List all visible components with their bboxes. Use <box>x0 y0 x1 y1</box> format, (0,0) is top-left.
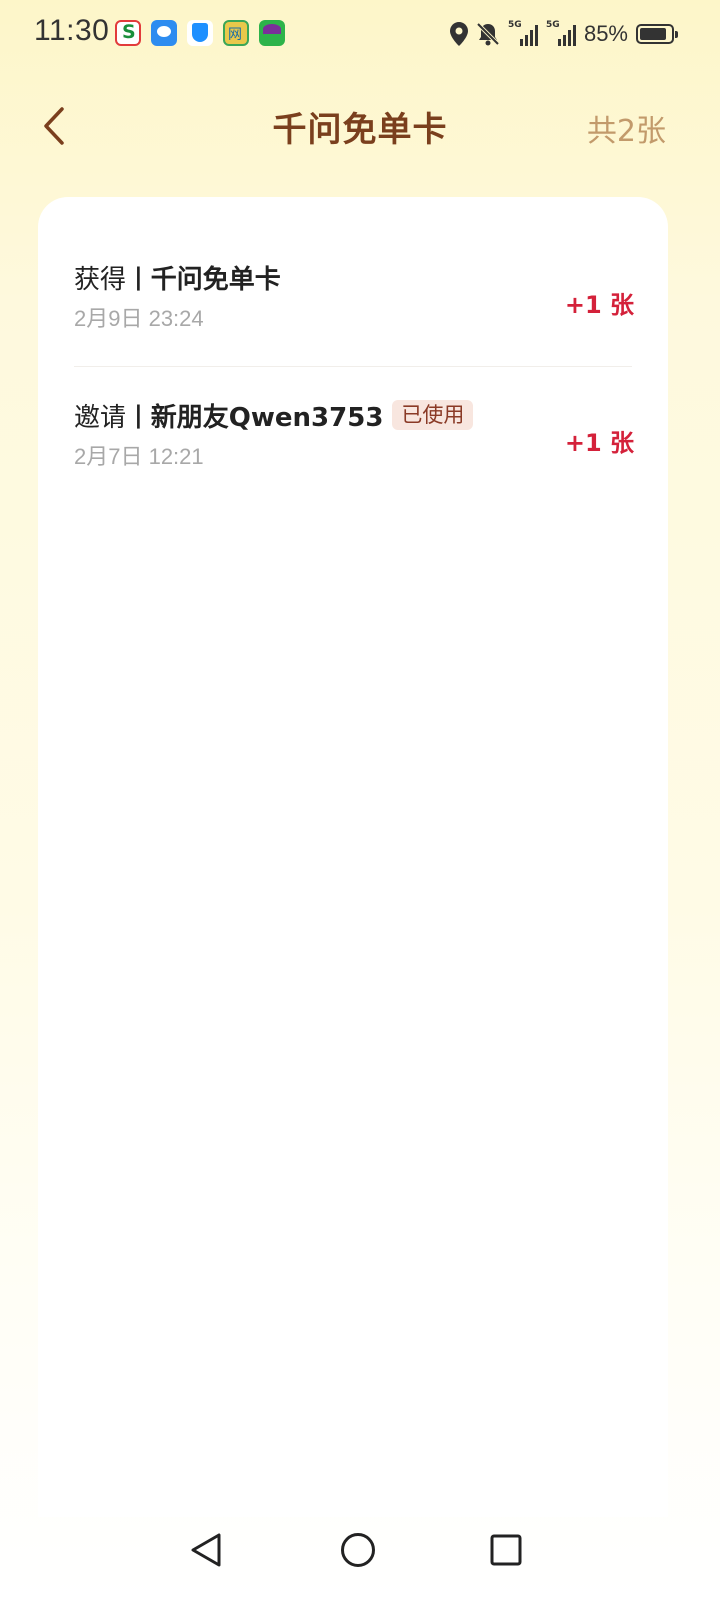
battery-icon <box>636 24 678 44</box>
battery-percent: 85% <box>583 21 628 46</box>
signal-5g-icon: 5G <box>508 20 538 46</box>
nav-back-button[interactable] <box>178 1522 234 1578</box>
record-separator: | <box>134 401 143 429</box>
record-subject: 千问免单卡 <box>150 264 281 295</box>
record-title: 获得 | 千问免单卡 <box>74 259 634 295</box>
messages-icon <box>151 20 177 46</box>
records-card: 获得 | 千问免单卡 2月9日 23:24 +1 张 邀请 | 新朋友Qwen3… <box>38 197 668 1517</box>
nav-recents-button[interactable] <box>478 1522 534 1578</box>
status-badge: 已使用 <box>392 400 474 430</box>
total-count: 共2张 <box>586 114 666 149</box>
square-recents-icon <box>490 1534 522 1566</box>
header: 千问免单卡 共2张 <box>0 90 720 160</box>
status-bar: 11:30 5G 5G 85% <box>0 0 720 70</box>
record-amount: +1 张 <box>564 291 634 319</box>
triangle-back-icon <box>191 1533 221 1567</box>
china-mobile-icon <box>115 20 141 46</box>
record-subject: 新朋友Qwen3753 <box>150 402 384 433</box>
list-item: 邀请 | 新朋友Qwen3753 已使用 2月7日 12:21 +1 张 <box>74 397 634 471</box>
record-action: 邀请 <box>74 402 127 433</box>
shield-app-icon <box>187 20 213 46</box>
circle-home-icon <box>341 1533 375 1567</box>
list-item: 获得 | 千问免单卡 2月9日 23:24 +1 张 <box>74 259 634 333</box>
record-amount: +1 张 <box>564 429 634 457</box>
news-app-icon <box>223 20 249 46</box>
record-action: 获得 <box>74 264 127 295</box>
navigation-bar <box>0 1500 720 1600</box>
status-time: 11:30 <box>34 14 110 47</box>
notification-icons <box>115 20 285 48</box>
system-icons: 5G 5G 85% <box>449 18 678 50</box>
divider <box>74 366 632 367</box>
signal-5g-icon: 5G <box>546 20 576 46</box>
nav-home-button[interactable] <box>330 1522 386 1578</box>
location-icon <box>449 20 468 48</box>
record-separator: | <box>134 263 143 291</box>
record-date: 2月9日 23:24 <box>74 306 204 331</box>
record-date: 2月7日 12:21 <box>74 444 204 469</box>
mute-icon <box>476 20 500 48</box>
shopping-app-icon <box>259 20 285 46</box>
record-title: 邀请 | 新朋友Qwen3753 已使用 <box>74 397 634 433</box>
